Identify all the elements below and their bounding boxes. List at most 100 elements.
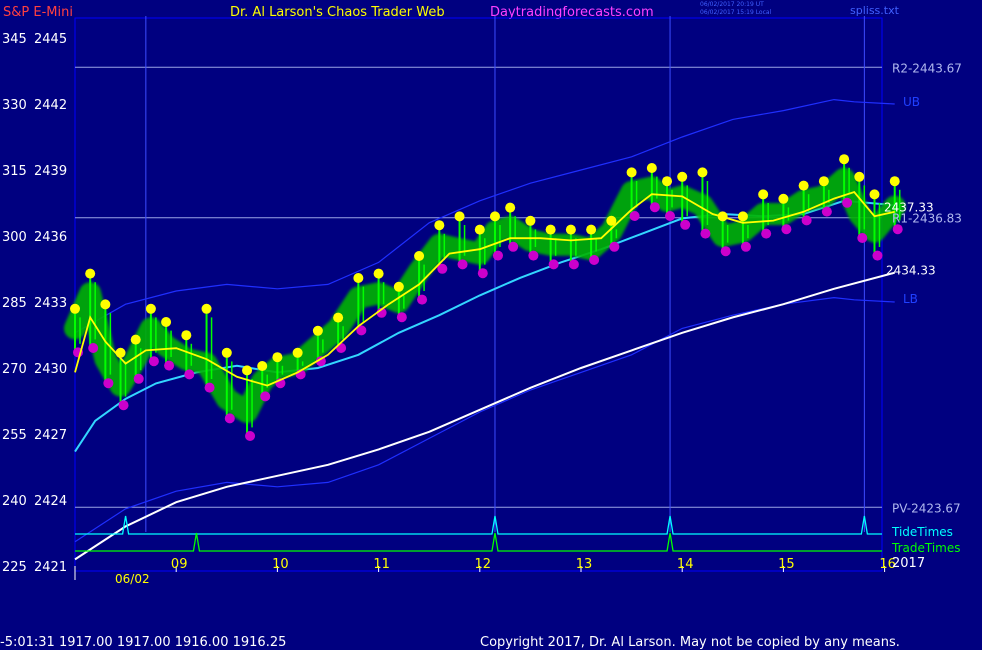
high-dot — [626, 167, 637, 178]
y-tick-label-left: 315 — [2, 164, 27, 179]
level-label-pv: PV-2423.67 — [892, 501, 961, 515]
low-dot — [103, 378, 114, 389]
y-tick-label-left: 270 — [2, 362, 27, 377]
high-dot — [145, 303, 156, 314]
low-dot — [821, 206, 832, 217]
low-dot — [720, 246, 731, 257]
high-dot — [181, 330, 192, 341]
y-tick-label-left: 345 — [2, 32, 27, 47]
x-tick-label: 11 — [373, 557, 390, 572]
low-dot — [629, 211, 640, 221]
high-dot — [100, 299, 111, 310]
y-tick-label-right: 2433 — [34, 296, 67, 311]
low-dot — [857, 233, 868, 243]
low-dot — [336, 343, 347, 353]
price-glow — [64, 167, 906, 423]
upper-band-label: UB — [903, 95, 920, 109]
high-dot — [201, 303, 212, 314]
low-dot — [700, 228, 711, 239]
high-dot — [818, 176, 829, 187]
high-dot — [646, 163, 657, 173]
last-price-label: 2437.33 — [884, 201, 934, 215]
x-tick-label: 14 — [677, 557, 694, 572]
low-dot — [492, 250, 503, 261]
low-dot — [528, 250, 539, 261]
y-tick-label-left: 285 — [2, 296, 27, 311]
low-dot — [88, 343, 99, 353]
y-tick-label-right: 2439 — [34, 164, 67, 179]
high-dot — [161, 317, 172, 327]
slow-ma-line — [74, 271, 895, 561]
x-tick-label: 12 — [475, 557, 492, 572]
high-dot — [525, 215, 536, 226]
low-dot — [417, 294, 428, 305]
level-label-r2: R2-2443.67 — [892, 61, 962, 75]
high-dot — [414, 251, 425, 261]
y-tick-label-left: 300 — [2, 230, 27, 245]
x-tick-label: 15 — [778, 557, 795, 572]
low-dot — [184, 369, 195, 380]
high-dot — [373, 268, 384, 279]
low-dot — [872, 250, 883, 261]
y-tick-label-right: 2445 — [34, 32, 67, 47]
high-dot — [474, 224, 485, 235]
y-tick-label-right: 2430 — [34, 362, 67, 377]
y-tick-label-left: 225 — [2, 560, 27, 575]
high-dot — [353, 273, 364, 283]
low-dot — [609, 241, 620, 252]
x-tick-label: 09 — [171, 557, 188, 572]
high-dot — [758, 189, 769, 200]
low-dot — [224, 413, 235, 424]
high-dot — [312, 325, 323, 336]
low-dot — [508, 241, 519, 252]
low-dot — [204, 382, 215, 393]
high-dot — [454, 211, 465, 222]
high-dot — [798, 180, 809, 191]
y-tick-label-left: 255 — [2, 428, 27, 443]
high-dot — [505, 202, 516, 213]
high-dot — [221, 347, 232, 358]
low-dot — [568, 259, 579, 270]
low-dot — [761, 228, 772, 239]
high-dot — [257, 361, 268, 371]
high-dot — [292, 347, 303, 358]
high-dot — [839, 154, 850, 165]
low-dot — [589, 255, 600, 265]
high-dot — [854, 171, 865, 182]
low-dot — [665, 211, 676, 221]
low-dot — [801, 215, 812, 226]
trade-times-line — [75, 532, 882, 552]
x-year-label: 2017 — [892, 556, 925, 571]
y-tick-label-right: 2427 — [34, 428, 67, 443]
low-dot — [842, 197, 853, 208]
low-dot — [118, 400, 129, 411]
x-date-label: 06/02 — [115, 572, 150, 586]
x-tick-label: 10 — [272, 557, 289, 572]
tide-times-label: TideTimes — [891, 525, 953, 539]
y-tick-label-right: 2421 — [34, 560, 67, 575]
high-dot — [85, 268, 96, 279]
high-dot — [662, 176, 673, 187]
high-dot — [272, 352, 283, 363]
low-dot — [781, 224, 792, 235]
high-dot — [737, 211, 748, 222]
low-dot — [548, 259, 559, 270]
lower-band-line — [74, 296, 895, 543]
low-dot — [260, 391, 271, 402]
low-dot — [457, 259, 468, 270]
high-dot — [778, 193, 789, 204]
last-quote: -5:01:31 1917.00 1917.00 1916.00 1916.25 — [0, 635, 287, 650]
y-tick-label-left: 240 — [2, 494, 27, 509]
low-dot — [477, 268, 488, 279]
low-dot — [649, 202, 660, 213]
high-dot — [677, 171, 688, 182]
low-dot — [740, 241, 751, 252]
high-dot — [545, 224, 556, 235]
y-tick-label-left: 330 — [2, 98, 27, 113]
high-dot — [434, 220, 445, 231]
tide-times-line — [75, 515, 882, 535]
price-chart: 345 2445 330 2442 315 2439 300 2436 285 2433 270 24… — [2, 16, 962, 586]
high-dot — [889, 176, 900, 187]
chart-window: S&P E-Mini Dr. Al Larson's Chaos Trader … — [0, 0, 982, 650]
high-dot — [333, 312, 344, 323]
